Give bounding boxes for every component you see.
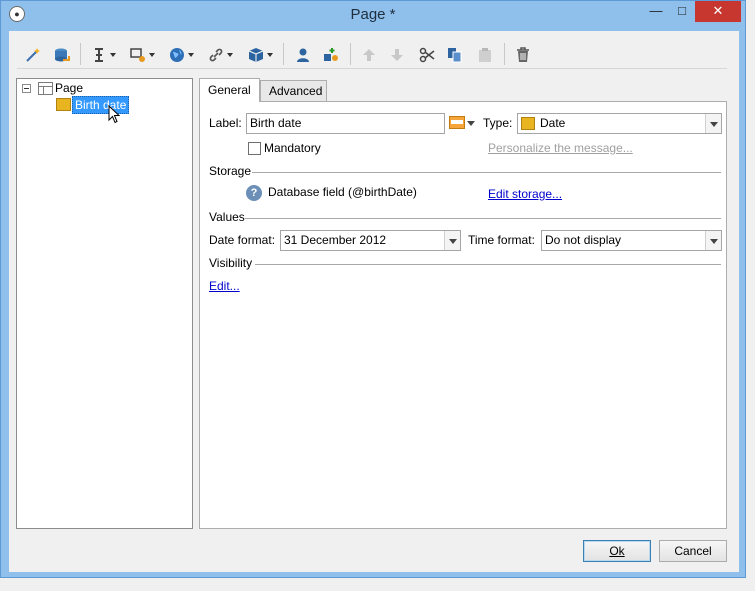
storage-field-text: Database field (@birthDate): [268, 185, 417, 199]
mouse-cursor-icon: [108, 105, 120, 124]
time-format-value: Do not display: [545, 233, 622, 247]
collapse-toggle-icon[interactable]: [22, 84, 31, 93]
storage-section-title: Storage: [209, 164, 252, 178]
add-shapes-button[interactable]: [323, 44, 339, 66]
mandatory-checkbox[interactable]: [248, 142, 261, 155]
ok-button-label: Ok: [609, 544, 625, 558]
field-settings-icon: [130, 48, 145, 62]
type-select-value: Date: [540, 116, 566, 130]
box-button[interactable]: [248, 44, 273, 66]
link-button[interactable]: [208, 44, 233, 66]
globe-button[interactable]: [169, 44, 194, 66]
toolbar-separator: [504, 43, 505, 65]
add-shapes-icon: [324, 48, 338, 61]
general-panel: Label: Birth date Type: Date Mandatory P…: [199, 101, 727, 529]
tab-advanced[interactable]: Advanced: [260, 80, 327, 101]
window-title: Page *: [350, 6, 396, 23]
toolbar: [17, 39, 727, 69]
cancel-button[interactable]: Cancel: [659, 540, 727, 562]
visibility-divider: [255, 264, 721, 265]
date-field-icon: [56, 98, 71, 111]
paste-button[interactable]: [477, 44, 493, 66]
maximize-button[interactable]: □: [669, 1, 695, 22]
visibility-section-title: Visibility: [209, 256, 253, 270]
date-type-icon: [521, 117, 535, 130]
delete-button[interactable]: [515, 44, 531, 66]
cut-icon: [419, 47, 435, 63]
toolbar-separator: [283, 43, 284, 65]
dialog-client: Page Birth date General Advanced Label: …: [9, 31, 739, 572]
title-bar[interactable]: ● Page * — □ ✕: [1, 1, 745, 29]
tree-node-page[interactable]: Page: [55, 81, 83, 95]
dropdown-arrow-icon[interactable]: [188, 53, 194, 57]
chevron-down-icon[interactable]: [444, 231, 460, 250]
tab-general[interactable]: General: [199, 78, 260, 102]
mandatory-label[interactable]: Mandatory: [264, 141, 321, 155]
move-up-icon: [363, 49, 375, 61]
page-icon: [38, 82, 53, 95]
help-icon[interactable]: ?: [246, 185, 262, 201]
ok-button[interactable]: Ok: [583, 540, 651, 562]
format-dropdown-arrow-icon[interactable]: [467, 121, 475, 126]
move-down-button[interactable]: [389, 44, 405, 66]
box-icon: [248, 48, 264, 62]
text-cursor-icon: [95, 48, 103, 62]
link-icon: [209, 48, 223, 62]
values-divider: [245, 218, 721, 219]
dialog-window: ● Page * — □ ✕ Page Birth date General A…: [0, 0, 746, 578]
dropdown-arrow-icon[interactable]: [149, 53, 155, 57]
structure-tree[interactable]: Page Birth date: [16, 78, 193, 529]
copy-button[interactable]: [447, 44, 463, 66]
date-format-select[interactable]: 31 December 2012: [280, 230, 461, 251]
chevron-down-icon[interactable]: [705, 114, 721, 133]
edit-visibility-link[interactable]: Edit...: [209, 279, 240, 293]
dropdown-arrow-icon[interactable]: [267, 53, 273, 57]
delete-icon: [517, 47, 529, 62]
type-select[interactable]: Date: [517, 113, 722, 134]
move-down-icon: [391, 49, 403, 61]
time-format-select[interactable]: Do not display: [541, 230, 722, 251]
date-format-value: 31 December 2012: [284, 233, 387, 247]
globe-icon: [170, 48, 184, 62]
copy-icon: [448, 48, 462, 63]
move-up-button[interactable]: [361, 44, 377, 66]
user-icon: [297, 48, 309, 62]
wizard-icon: [26, 48, 40, 62]
type-caption: Type:: [483, 116, 513, 130]
dropdown-arrow-icon[interactable]: [227, 53, 233, 57]
toolbar-separator: [350, 43, 351, 65]
values-section-title: Values: [209, 210, 245, 224]
properties-tabs: General Advanced Label: Birth date Type:…: [199, 78, 727, 529]
chevron-down-icon[interactable]: [705, 231, 721, 250]
label-caption: Label:: [209, 116, 242, 130]
edit-storage-link[interactable]: Edit storage...: [488, 187, 562, 201]
wizard-button[interactable]: [25, 44, 41, 66]
label-input[interactable]: Birth date: [246, 113, 445, 134]
minimize-button[interactable]: —: [643, 1, 669, 22]
dropdown-arrow-icon[interactable]: [110, 53, 116, 57]
paste-icon: [479, 48, 491, 62]
close-button[interactable]: ✕: [695, 1, 741, 22]
user-button[interactable]: [295, 44, 311, 66]
text-cursor-button[interactable]: [91, 44, 116, 66]
toolbar-separator: [80, 43, 81, 65]
tree-node-birth-date[interactable]: Birth date: [72, 96, 130, 114]
time-format-caption: Time format:: [468, 233, 535, 247]
database-link-button[interactable]: [54, 44, 70, 66]
date-format-caption: Date format:: [209, 233, 276, 247]
personalize-message-link[interactable]: Personalize the message...: [488, 141, 633, 155]
cut-button[interactable]: [419, 44, 435, 66]
database-link-icon: [55, 48, 70, 62]
calendar-format-icon[interactable]: [449, 116, 465, 129]
storage-divider: [252, 172, 721, 173]
field-settings-button[interactable]: [130, 44, 155, 66]
